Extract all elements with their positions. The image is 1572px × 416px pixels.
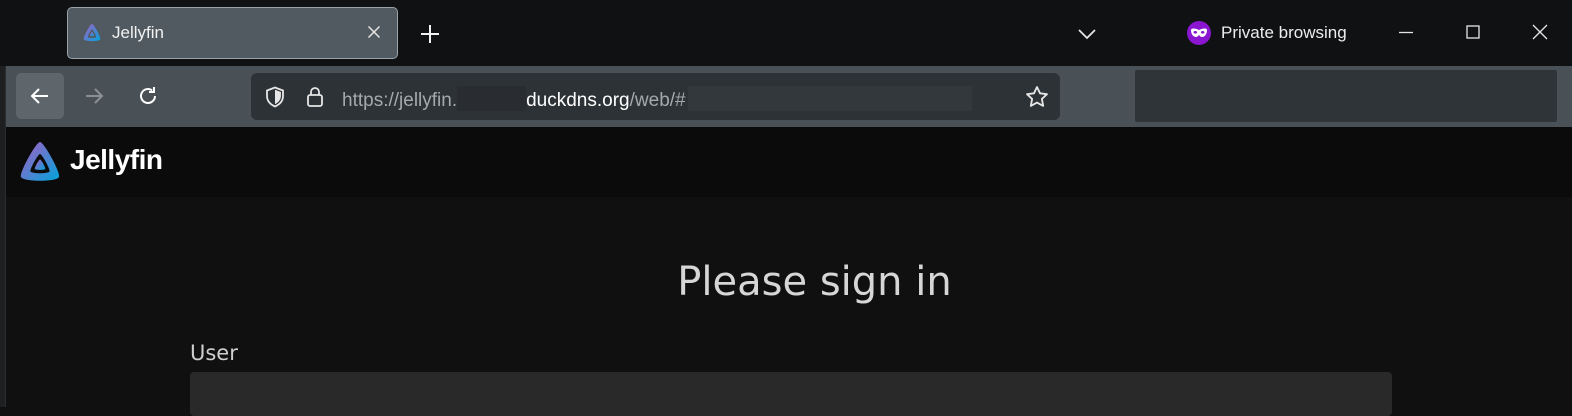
browser-tab-strip: Jellyfin Private browsing <box>0 0 1572 66</box>
private-browsing-indicator: Private browsing <box>1187 20 1347 46</box>
new-tab-plus-icon[interactable] <box>418 22 442 46</box>
arrow-right-icon <box>86 88 104 104</box>
star-icon[interactable] <box>1024 84 1050 110</box>
close-tab-icon[interactable] <box>363 21 385 43</box>
app-header: Jellyfin <box>6 127 1572 197</box>
url-prefix: https://jellyfin. <box>342 90 458 111</box>
tab-jellyfin[interactable]: Jellyfin <box>67 7 398 59</box>
login-page: Please sign in User <box>6 197 1572 416</box>
arrow-left-icon <box>30 88 48 104</box>
page-title: Please sign in <box>677 259 952 305</box>
url-text[interactable]: https://jellyfin. duckdns.org/web/# <box>342 86 972 112</box>
address-bar[interactable]: https://jellyfin. duckdns.org/web/# <box>251 73 1060 120</box>
shield-icon[interactable] <box>263 85 287 109</box>
tab-title: Jellyfin <box>112 23 164 42</box>
reload-button[interactable] <box>124 73 172 119</box>
username-input[interactable] <box>190 372 1392 416</box>
maximize-icon[interactable] <box>1461 20 1485 44</box>
app-name[interactable]: Jellyfin <box>70 144 163 176</box>
minimize-icon[interactable] <box>1394 20 1418 44</box>
mask-icon <box>1187 21 1211 45</box>
toolbar-redacted-area <box>1135 70 1557 122</box>
chevron-down-icon[interactable] <box>1075 22 1099 46</box>
url-host: duckdns.org <box>526 90 630 111</box>
private-browsing-label: Private browsing <box>1221 23 1347 42</box>
url-redacted-segment <box>687 86 972 111</box>
close-window-icon[interactable] <box>1528 20 1552 44</box>
user-field-label: User <box>190 341 238 365</box>
lock-icon[interactable] <box>303 85 327 109</box>
jellyfin-logo-icon <box>83 23 101 42</box>
back-button[interactable] <box>16 73 64 119</box>
jellyfin-logo-icon[interactable] <box>16 139 64 187</box>
navigation-toolbar: https://jellyfin. duckdns.org/web/# <box>6 66 1572 127</box>
reload-icon <box>140 87 156 104</box>
url-redacted-segment <box>457 86 527 111</box>
url-path: /web/# <box>629 90 686 111</box>
forward-button[interactable] <box>70 73 118 119</box>
